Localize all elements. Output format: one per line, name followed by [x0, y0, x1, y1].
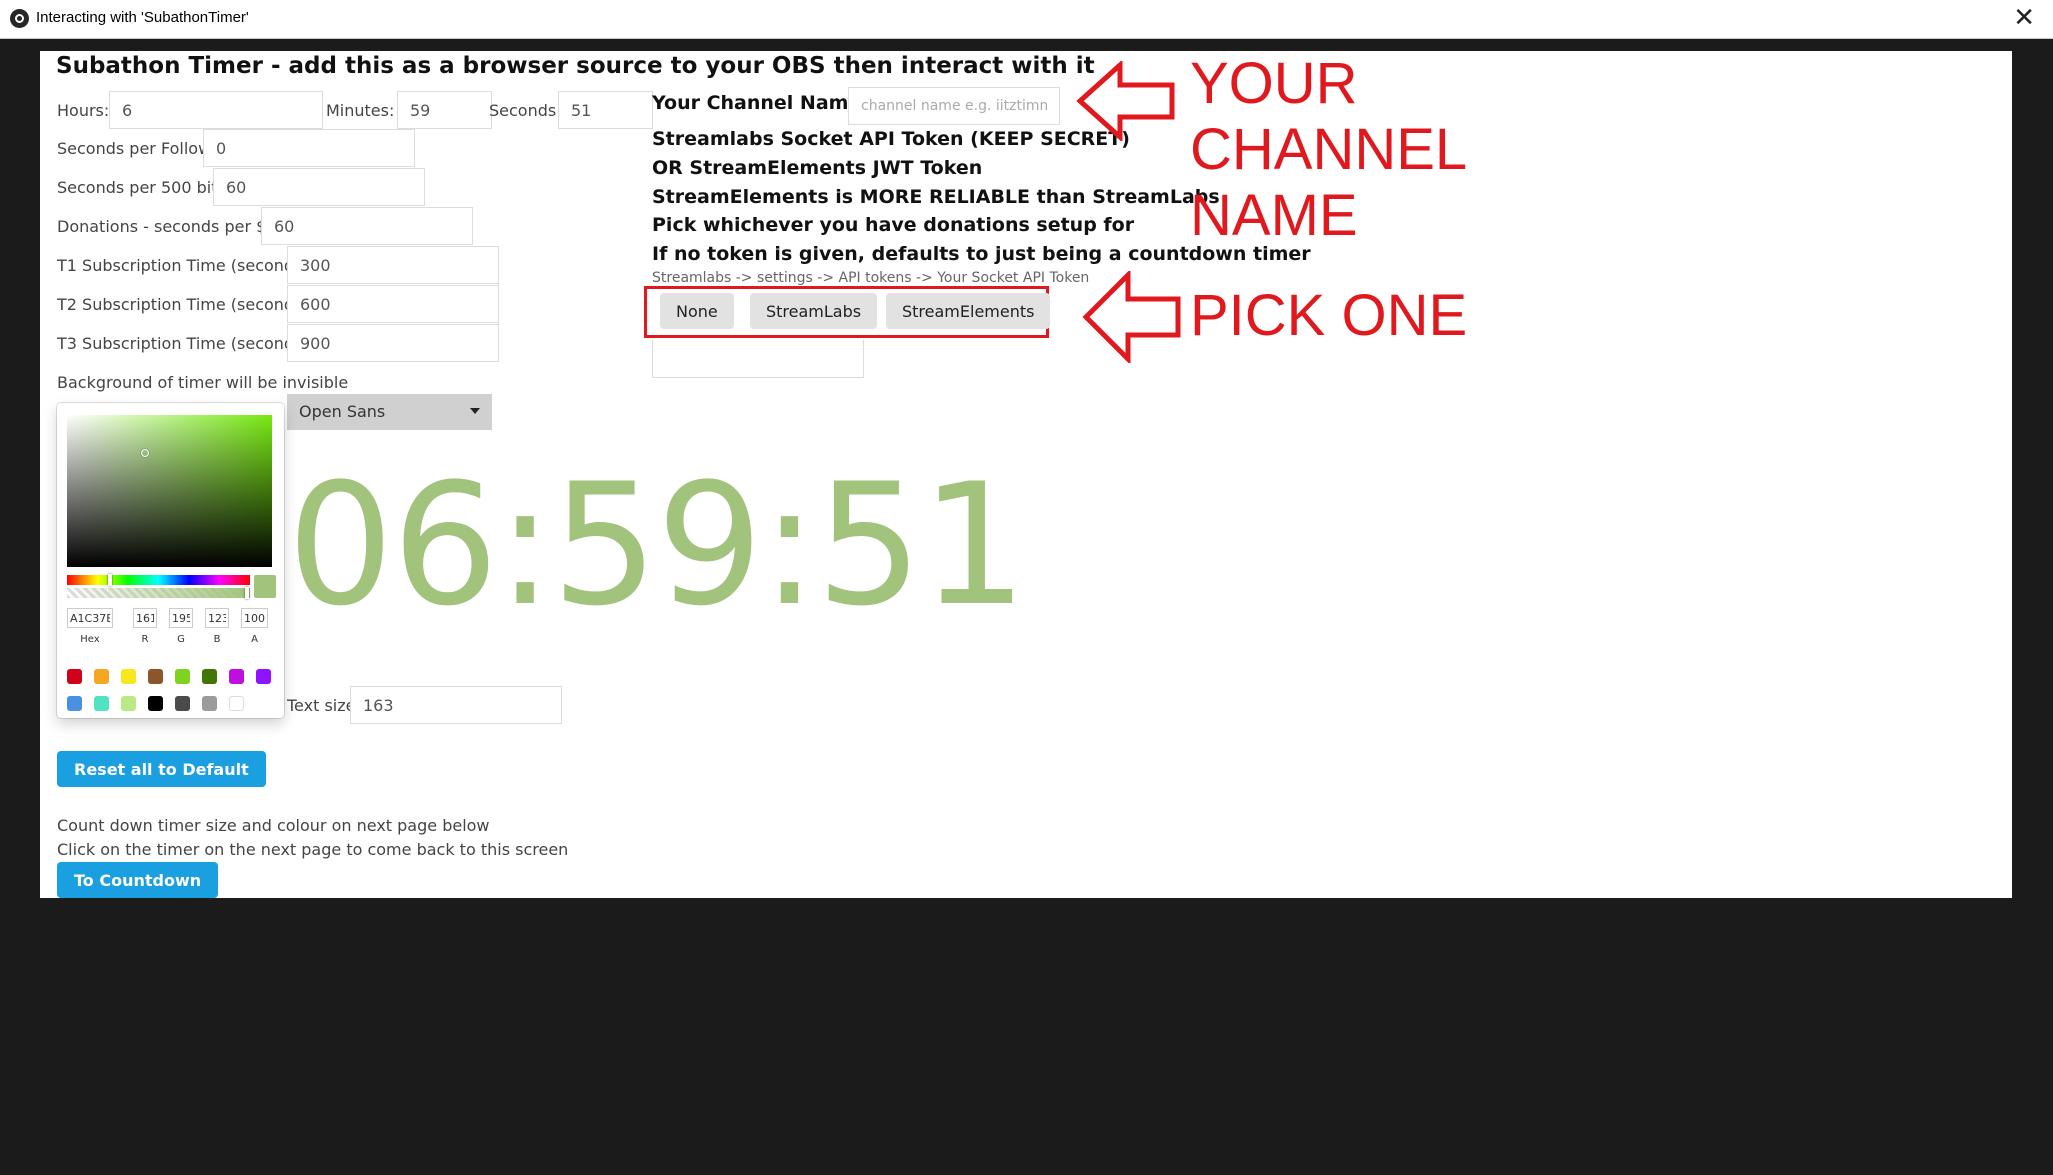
alpha-label: A — [251, 634, 258, 645]
annotation-line: CHANNEL — [1190, 117, 1468, 182]
follow-seconds-input[interactable] — [203, 129, 415, 167]
green-input[interactable] — [169, 608, 193, 628]
channel-name-label: Your Channel Name: — [652, 92, 869, 114]
alpha-slider[interactable] — [67, 587, 250, 599]
text-size-input[interactable] — [350, 686, 562, 724]
color-preset-swatch[interactable] — [202, 669, 217, 684]
alpha-slider-handle[interactable] — [245, 587, 249, 599]
green-label: G — [177, 634, 185, 645]
bits-seconds-label: Seconds per 500 bits — [57, 178, 226, 197]
font-select[interactable]: Open Sans — [287, 394, 492, 430]
arrow-left-icon — [1076, 61, 1175, 141]
text-size-label: Text size — [287, 696, 356, 715]
channel-name-input[interactable] — [848, 87, 1060, 125]
donation-seconds-input[interactable] — [261, 207, 473, 245]
red-label: R — [141, 634, 149, 645]
donation-seconds-label: Donations - seconds per $1 — [57, 217, 277, 236]
arrow-left-icon — [1082, 271, 1181, 363]
color-preset-swatch[interactable] — [229, 669, 244, 684]
seconds-label: Seconds: — [489, 101, 562, 120]
color-preset-swatch[interactable] — [67, 669, 82, 684]
color-preset-swatch[interactable] — [175, 669, 190, 684]
countdown-note-2: Click on the timer on the next page to c… — [57, 840, 569, 859]
provider-streamelements-button[interactable]: StreamElements — [886, 293, 1051, 329]
annotation-pick-one: PICK ONE — [1190, 283, 1468, 348]
t3-sub-input[interactable] — [287, 324, 499, 362]
hex-label: Hex — [80, 634, 100, 645]
token-line-4: Pick whichever you have donations setup … — [652, 214, 1135, 236]
t2-sub-label: T2 Subscription Time (seconds) — [57, 295, 309, 314]
minutes-label: Minutes: — [326, 101, 395, 120]
caret-down-icon — [470, 408, 480, 414]
t1-sub-input[interactable] — [287, 246, 499, 284]
color-preset-swatch[interactable] — [148, 669, 163, 684]
annotation-line: YOUR — [1190, 51, 1358, 116]
color-preset-swatch[interactable] — [229, 696, 244, 711]
t1-sub-label: T1 Subscription Time (seconds) — [57, 256, 309, 275]
token-hint: Streamlabs -> settings -> API tokens -> … — [652, 270, 1090, 286]
reset-defaults-button[interactable]: Reset all to Default — [57, 751, 266, 787]
provider-streamlabs-button[interactable]: StreamLabs — [750, 293, 878, 329]
font-select-value: Open Sans — [299, 402, 386, 421]
hours-input[interactable] — [109, 91, 323, 129]
token-line-1: Streamlabs Socket API Token (KEEP SECRET… — [652, 128, 1130, 150]
obs-logo-icon — [10, 9, 29, 28]
close-icon[interactable]: ✕ — [2013, 3, 2035, 33]
t2-sub-input[interactable] — [287, 285, 499, 323]
hue-slider-handle[interactable] — [108, 574, 112, 586]
countdown-note-1: Count down timer size and colour on next… — [57, 816, 490, 835]
current-color-swatch — [254, 575, 276, 598]
to-countdown-button[interactable]: To Countdown — [57, 862, 219, 898]
provider-none-button[interactable]: None — [660, 293, 734, 329]
seconds-input[interactable] — [558, 91, 653, 129]
blue-input[interactable] — [205, 608, 229, 628]
window-title: Interacting with 'SubathonTimer' — [36, 9, 249, 26]
color-cursor-icon[interactable] — [141, 449, 149, 457]
window-titlebar: Interacting with 'SubathonTimer' ✕ — [0, 0, 2053, 39]
color-preset-swatch[interactable] — [256, 669, 271, 684]
token-line-3: StreamElements is MORE RELIABLE than Str… — [652, 186, 1220, 208]
t3-sub-label: T3 Subscription Time (seconds) — [57, 334, 309, 353]
saturation-value-area[interactable] — [67, 415, 272, 567]
color-preset-swatch[interactable] — [94, 669, 109, 684]
alpha-input[interactable] — [241, 608, 268, 628]
color-preset-swatch[interactable] — [94, 696, 109, 711]
color-preset-swatch[interactable] — [67, 696, 82, 711]
token-line-2: OR StreamElements JWT Token — [652, 157, 983, 179]
page-title: Subathon Timer - add this as a browser s… — [56, 53, 1095, 79]
hue-slider[interactable] — [67, 574, 250, 586]
color-preset-swatch[interactable] — [175, 696, 190, 711]
color-preset-swatch[interactable] — [121, 696, 136, 711]
background-note: Background of timer will be invisible — [57, 373, 349, 392]
minutes-input[interactable] — [397, 91, 492, 129]
token-input[interactable] — [652, 340, 864, 378]
color-preset-swatch[interactable] — [202, 696, 217, 711]
color-preset-swatch[interactable] — [148, 696, 163, 711]
hex-input[interactable] — [67, 608, 113, 628]
color-picker: Hex R G B A — [57, 403, 284, 718]
bits-seconds-input[interactable] — [213, 168, 425, 206]
hours-label: Hours: — [57, 101, 110, 120]
page-content: Subathon Timer - add this as a browser s… — [40, 51, 2012, 898]
timer-display: 06:59:51 — [287, 447, 1028, 643]
annotation-line: NAME — [1190, 183, 1358, 248]
blue-label: B — [213, 634, 221, 645]
color-preset-swatch[interactable] — [121, 669, 136, 684]
red-input[interactable] — [133, 608, 157, 628]
annotation-your-channel-name: YOUR CHANNEL NAME — [1190, 51, 1467, 249]
follow-seconds-label: Seconds per Follow — [57, 139, 212, 158]
